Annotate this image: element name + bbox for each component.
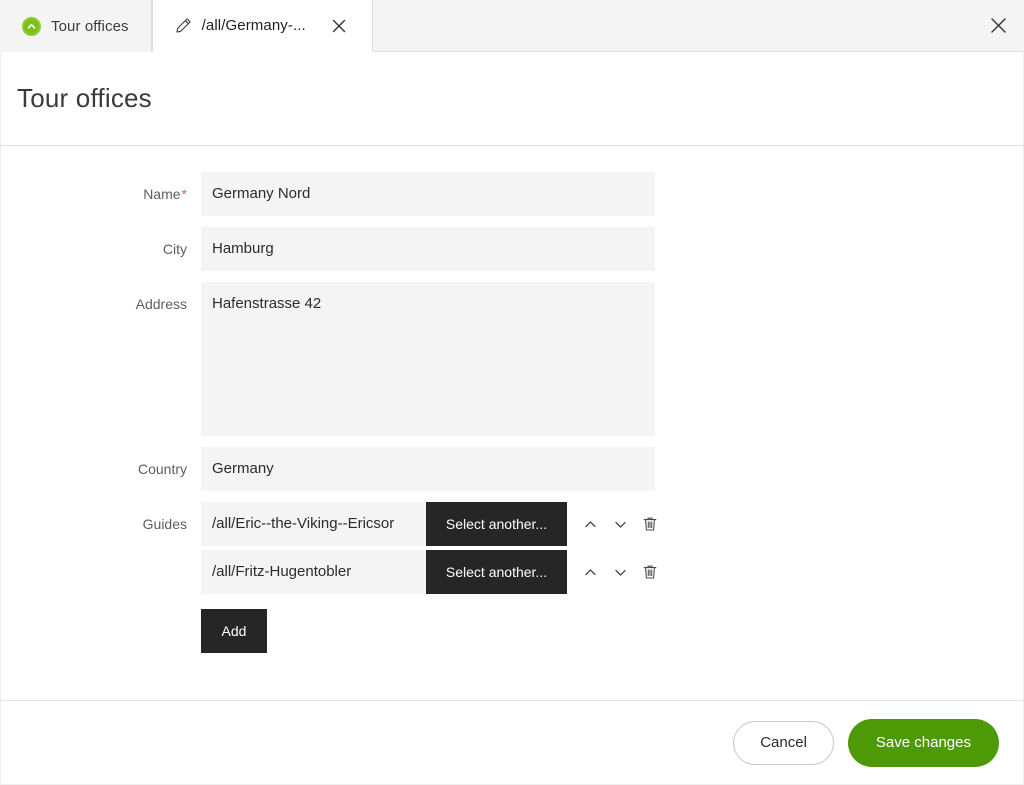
guide-path-input[interactable] — [201, 502, 426, 546]
field-row-guides: Guides Select another... — [1, 502, 1023, 653]
page-header: Tour offices — [0, 52, 1024, 146]
name-input[interactable] — [201, 172, 655, 216]
trash-icon[interactable] — [637, 550, 663, 594]
application-window: Tour offices /all/Germany-... — [0, 0, 1024, 785]
tab-bar-filler — [373, 0, 972, 52]
field-row-address: Address Hafenstrasse 42 — [1, 282, 1023, 436]
select-another-button[interactable]: Select another... — [426, 550, 567, 594]
tab-label: /all/Germany-... — [202, 17, 306, 34]
tab-close-icon[interactable] — [328, 15, 350, 37]
form-body: Name* City Address Hafenstrasse 42 Count… — [0, 146, 1024, 700]
address-textarea[interactable]: Hafenstrasse 42 — [201, 282, 655, 436]
tab-label: Tour offices — [51, 18, 129, 35]
field-row-name: Name* — [1, 172, 1023, 216]
tab-bar: Tour offices /all/Germany-... — [0, 0, 1024, 52]
field-label-address: Address — [1, 282, 201, 326]
guide-path-input[interactable] — [201, 550, 426, 594]
chevron-up-icon[interactable] — [577, 550, 603, 594]
required-marker: * — [182, 186, 187, 202]
guide-row: Select another... — [201, 502, 663, 546]
cancel-button[interactable]: Cancel — [733, 721, 834, 765]
field-row-city: City — [1, 227, 1023, 271]
select-another-button[interactable]: Select another... — [426, 502, 567, 546]
field-label-guides: Guides — [1, 502, 201, 546]
field-label-country: Country — [1, 447, 201, 491]
field-label-city: City — [1, 227, 201, 271]
city-input[interactable] — [201, 227, 655, 271]
field-label-name: Name* — [1, 172, 201, 216]
chevron-down-icon[interactable] — [607, 550, 633, 594]
pencil-icon — [175, 17, 192, 34]
guide-row: Select another... — [201, 550, 663, 594]
guides-list: Select another... — [201, 502, 663, 653]
tab-germany-edit[interactable]: /all/Germany-... — [152, 0, 373, 52]
green-circle-chevron-up-icon — [22, 17, 41, 36]
page-title: Tour offices — [17, 83, 152, 114]
field-row-country: Country — [1, 447, 1023, 491]
chevron-down-icon[interactable] — [607, 502, 633, 546]
save-changes-button[interactable]: Save changes — [848, 719, 999, 767]
chevron-up-icon[interactable] — [577, 502, 603, 546]
form-footer: Cancel Save changes — [0, 700, 1024, 785]
trash-icon[interactable] — [637, 502, 663, 546]
add-guide-button[interactable]: Add — [201, 609, 267, 653]
country-input[interactable] — [201, 447, 655, 491]
window-close-button[interactable] — [972, 0, 1024, 52]
field-label-text: Name — [143, 186, 180, 202]
tab-tour-offices[interactable]: Tour offices — [0, 0, 152, 52]
